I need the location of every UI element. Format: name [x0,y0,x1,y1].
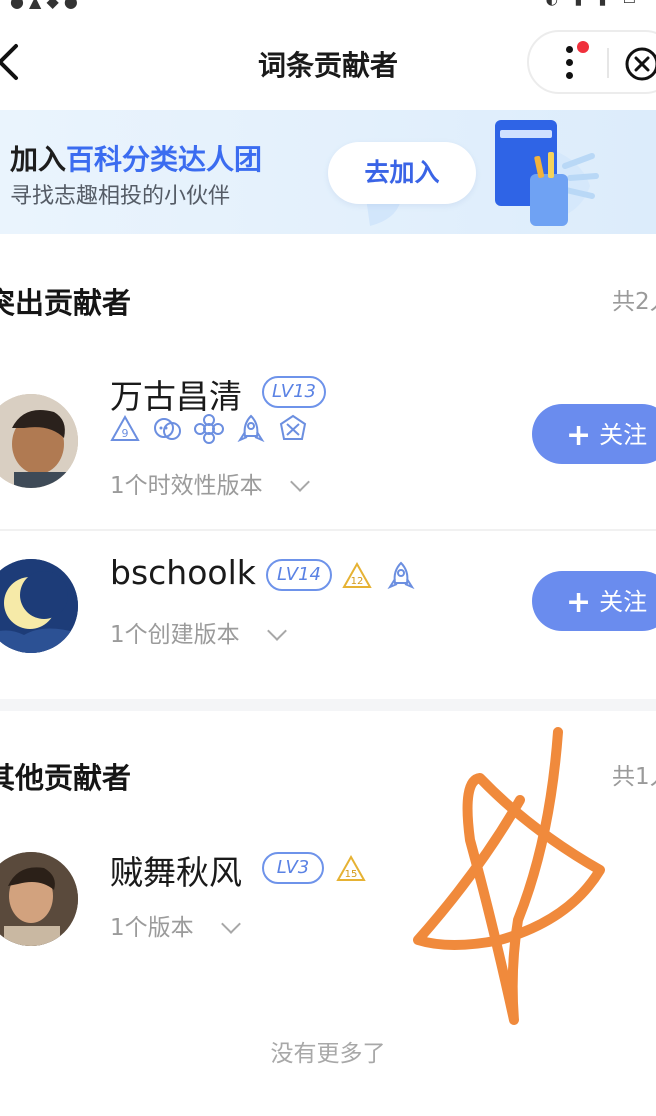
outstanding-section-header: 突出贡献者 共2人 [0,266,656,326]
flower-badge-icon [194,414,224,444]
avatar-photo-icon [0,852,78,946]
level-badge: LV14 [266,559,332,591]
contributor-name[interactable]: 贼舞秋风 [110,846,242,894]
badge-number: 12 [351,576,364,587]
contributor-row: 万古昌清 LV13 9 1个时效性版本 + 关注 [0,362,656,528]
rocket-badge-icon [387,561,415,590]
moon-avatar-icon [0,559,78,653]
banner-title: 加入百科分类达人团 [10,138,262,178]
no-more-text: 没有更多了 [270,1041,386,1067]
plus-icon: + [566,418,592,453]
section-count: 共2人 [612,289,656,315]
avatar-photo-icon [0,394,78,488]
plus-icon: + [566,585,592,620]
close-button[interactable] [622,44,656,84]
contributor-row: bschoolk LV14 12 1个创建版本 + 关注 [0,531,656,701]
level-badge: LV13 [262,376,326,408]
avatar[interactable] [0,394,78,488]
gold-triangle-badge-icon: 15 [336,854,366,881]
gem-badge-icon [279,414,307,440]
version-info: 1个时效性版本 [110,473,263,499]
banner-subtitle: 寻找志趣相投的小伙伴 [10,184,231,209]
top-nav-bar: 词条贡献者 [0,14,656,110]
version-info: 1个创建版本 [110,622,240,648]
section-divider [0,699,656,711]
join-button[interactable]: 去加入 [328,142,476,204]
contributor-name[interactable]: 万古昌清 [110,370,242,418]
follow-label: 关注 [599,421,648,449]
avatar[interactable] [0,852,78,946]
chevron-down-icon [220,914,241,934]
follow-label: 关注 [599,588,648,616]
version-toggle[interactable]: 1个版本 [110,908,241,942]
notification-dot [577,41,589,53]
close-circle-icon [625,47,656,81]
chat-badge-icon [154,418,181,440]
contributor-name[interactable]: bschoolk [110,553,256,592]
chevron-down-icon [289,472,310,492]
section-count: 共1人 [612,764,656,790]
more-dots-icon [566,46,573,53]
status-bar: ● ▲ ◆ ● ◐ ▮ ▮ ▭ [0,0,656,14]
more-dot [566,59,573,66]
rocket-badge-icon [237,414,265,443]
more-button[interactable] [548,40,594,84]
chevron-down-icon [266,621,287,641]
status-bar-left: ● ▲ ◆ ● [10,0,78,11]
gold-triangle-badge-icon: 12 [342,561,372,588]
banner-title-highlight: 百科分类达人团 [66,143,263,176]
others-section-header: 其他贡献者 共1人 [0,741,656,801]
capsule-divider [607,48,609,78]
version-toggle[interactable]: 1个创建版本 [110,615,287,649]
section-title: 突出贡献者 [0,286,132,320]
badge-list: 9 [110,414,330,444]
more-dot [566,72,573,79]
badge-number: 15 [345,869,358,880]
section-title: 其他贡献者 [0,761,132,795]
level-badge: LV3 [262,852,324,884]
follow-button[interactable]: + 关注 [532,404,656,464]
badge-number: 9 [122,427,129,440]
contributor-row: 贼舞秋风 LV3 15 1个版本 [0,830,656,970]
follow-button[interactable]: + 关注 [532,571,656,631]
avatar[interactable] [0,559,78,653]
triangle-badge-icon: 9 [110,414,140,441]
banner-title-prefix: 加入 [10,143,67,176]
version-toggle[interactable]: 1个时效性版本 [110,466,310,500]
version-info: 1个版本 [110,915,194,941]
join-group-banner[interactable]: 加入百科分类达人团 寻找志趣相投的小伙伴 去加入 [0,110,656,234]
status-bar-right: ◐ ▮ ▮ ▭ [545,0,642,8]
